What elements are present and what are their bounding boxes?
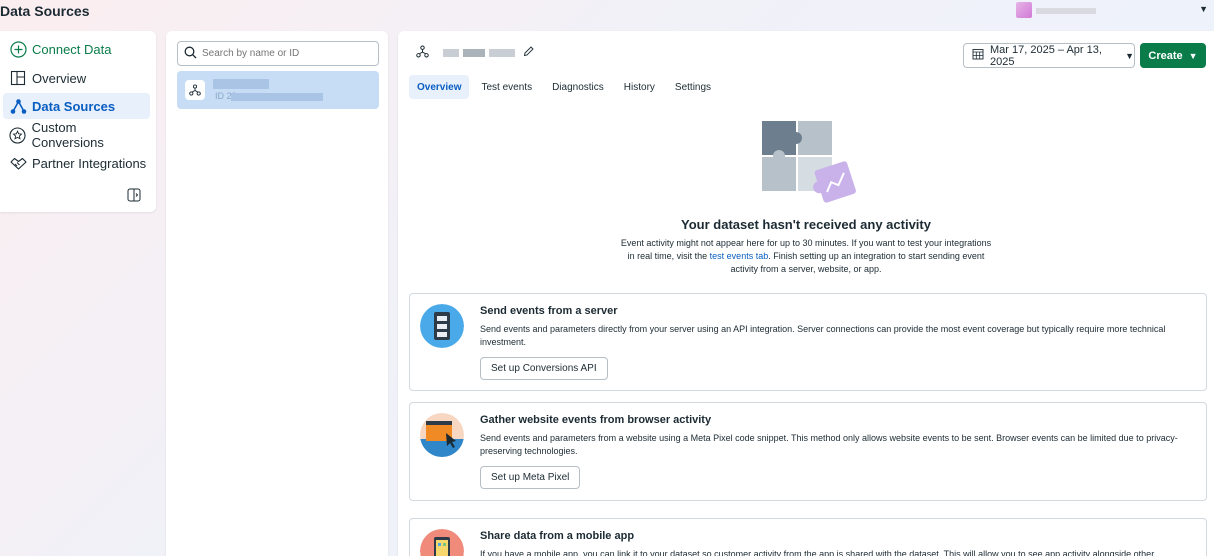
layout-icon [9,69,27,87]
tab-settings[interactable]: Settings [667,75,719,99]
date-range-picker[interactable]: Mar 17, 2025 – Apr 13, 2025 ▼ [963,43,1135,68]
card-title: Gather website events from browser activ… [480,414,712,426]
page-title: Data Sources [0,3,90,19]
nav-item-label: Overview [32,70,87,86]
card-title: Send events from a server [480,305,618,317]
empty-state-description: Event activity might not appear here for… [618,237,994,276]
card-description: Send events and parameters directly from… [480,324,1166,347]
dataset-name-redacted [463,49,485,57]
plus-circle-icon [9,40,27,58]
nav-item-partner-integrations[interactable]: Partner Integrations [3,150,150,176]
collapse-sidebar-icon[interactable] [127,188,141,202]
empty-state-title: Your dataset hasn't received any activit… [681,217,931,232]
calendar-icon [972,48,984,63]
caret-down-icon: ▼ [1199,4,1208,14]
dataset-name-redacted [443,49,459,57]
tab-diagnostics[interactable]: Diagnostics [544,75,612,99]
main-panel: Mar 17, 2025 – Apr 13, 2025 ▼ Create ▼ O… [398,31,1214,556]
nav-item-label: Custom Conversions [31,120,104,150]
puzzle-illustration-icon [762,121,856,203]
card-description: If you have a mobile app, you can link i… [480,549,1155,556]
nav-item-connect-data[interactable]: Connect Data [3,36,150,62]
server-illustration-icon [420,304,464,348]
nav-item-label: Data Sources [32,98,116,114]
nav-item-custom-conversions[interactable]: Custom Conversions [3,120,150,150]
handshake-icon [9,154,27,172]
card-description: Send events and parameters from a websit… [480,433,1178,456]
setup-card-server: Send events from a server Send events an… [409,293,1207,391]
tab-bar: Overview Test events Diagnostics History… [409,75,723,99]
date-range-label: Mar 17, 2025 – Apr 13, 2025 [990,43,1102,68]
tab-overview[interactable]: Overview [409,75,470,99]
dataset-icon [185,80,205,100]
dataset-name-redacted [489,49,515,57]
nav-item-overview[interactable]: Overview [3,65,150,91]
setup-conversions-api-button[interactable]: Set up Conversions API [480,357,608,380]
data-source-item[interactable]: ID 29 [177,71,379,109]
search-icon [184,46,197,62]
edit-pencil-icon[interactable] [523,46,534,60]
setup-card-app: Share data from a mobile app If you have… [409,518,1207,556]
top-bar: Data Sources ▼ [0,0,1214,30]
setup-meta-pixel-button[interactable]: Set up Meta Pixel [480,466,581,489]
nav-item-data-sources[interactable]: Data Sources [3,93,150,119]
account-switcher[interactable]: ▼ [1012,0,1214,22]
test-events-link[interactable]: test events tab [710,251,769,261]
search-input[interactable] [202,48,372,59]
left-nav: Connect Data Overview Data Sources Custo… [0,31,156,212]
dataset-name-redacted [213,79,269,89]
data-source-list-panel: ID 29 [166,31,388,556]
dataset-icon [416,45,429,61]
create-button[interactable]: Create ▼ [1140,43,1206,68]
nav-item-label: Partner Integrations [32,155,147,171]
dataset-header [416,43,534,63]
desc-text: . Finish setting up an integration to st… [730,251,985,274]
caret-down-icon: ▼ [1188,50,1198,61]
tab-history[interactable]: History [616,75,663,99]
search-box[interactable] [177,41,379,66]
account-avatar [1016,2,1032,18]
create-button-label: Create [1148,49,1183,62]
star-badge-icon [9,126,27,144]
card-title: Share data from a mobile app [480,530,635,542]
account-name-redacted [1036,8,1096,14]
setup-card-pixel: Gather website events from browser activ… [409,402,1207,501]
nav-item-label: Connect Data [32,41,112,57]
network-icon [9,97,27,115]
tab-test-events[interactable]: Test events [473,75,540,99]
mobile-app-illustration-icon [420,529,464,556]
dataset-id-redacted [231,93,323,101]
caret-down-icon: ▼ [1125,50,1134,61]
browser-illustration-icon [420,413,464,457]
